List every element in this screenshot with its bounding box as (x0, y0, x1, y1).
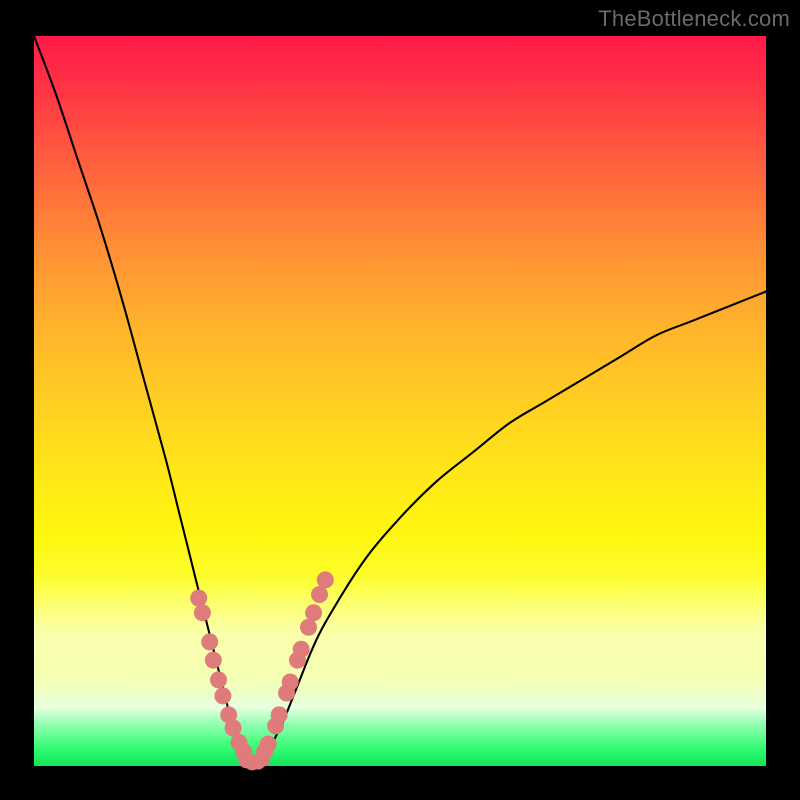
plot-area (34, 36, 766, 766)
watermark-text: TheBottleneck.com (598, 6, 790, 32)
chart-stage: TheBottleneck.com (0, 0, 800, 800)
